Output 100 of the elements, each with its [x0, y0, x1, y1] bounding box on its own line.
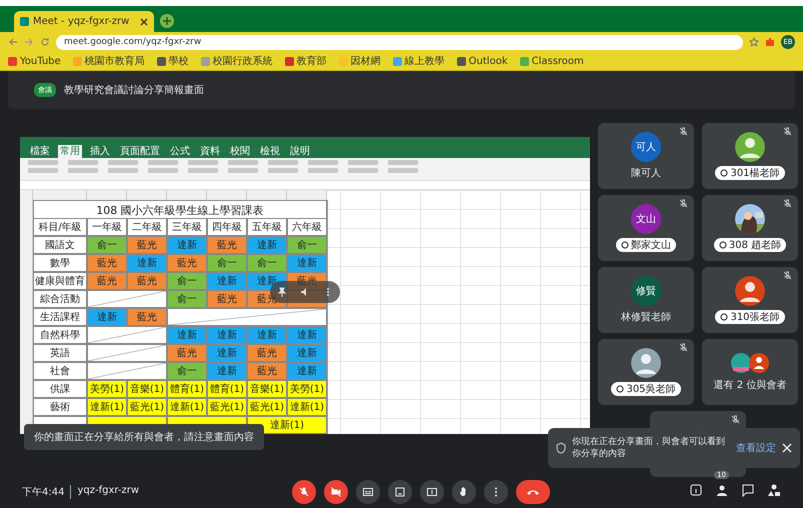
row-label: 社會	[33, 362, 87, 380]
table-cell: 達新	[207, 362, 247, 380]
row-label: 國語文	[33, 236, 87, 254]
participant-tile[interactable]: 還有 2 位與會者	[702, 339, 798, 405]
ribbon-tab[interactable]: 校閱	[228, 144, 252, 158]
reload-icon[interactable]	[40, 37, 50, 47]
bookmark[interactable]: 教育部	[284, 54, 327, 68]
avatar: 修賢	[631, 276, 661, 306]
bookmark[interactable]: 桃園市教育局	[72, 54, 145, 68]
table-cell: 藍光	[247, 344, 287, 362]
row-label: 自然科學	[33, 326, 87, 344]
bookmark[interactable]: 學校	[156, 54, 189, 68]
table-cell: 美勞(1)	[287, 380, 327, 398]
bookmark[interactable]: Classroom	[520, 56, 584, 66]
participant-name: 陳可人	[631, 166, 661, 180]
participant-tile[interactable]: 文山 鄭家文山	[598, 195, 694, 261]
participant-name: 林修賢老師	[621, 310, 671, 324]
close-icon[interactable]	[140, 18, 148, 26]
hand-button[interactable]	[452, 480, 476, 504]
notification-text: 你現在正在分享畫面，與會者可以看到你分享的內容	[572, 436, 726, 460]
row-label: 生活課程	[33, 308, 87, 326]
table-cell: 俞一	[247, 254, 287, 272]
shield-icon	[556, 442, 566, 454]
table-cell: 美勞(1)	[87, 380, 127, 398]
bookmark[interactable]: 校園行政系統	[200, 54, 273, 68]
bookmark[interactable]: YouTube	[8, 56, 61, 66]
end-button[interactable]	[516, 480, 550, 504]
table-header-cell: 六年級	[287, 218, 327, 236]
table-cell: 藍光	[167, 344, 207, 362]
mic-button[interactable]	[292, 480, 316, 504]
meeting-code: yqz-fgxr-zrw	[70, 485, 139, 499]
table-header-cell: 四年級	[207, 218, 247, 236]
table-cell: 俞一	[167, 290, 207, 308]
table-cell: 藍光	[207, 290, 247, 308]
extension-icon[interactable]	[765, 37, 775, 47]
participant-tile[interactable]: 310張老師	[702, 267, 798, 333]
participant-name: 301楊老師	[715, 166, 785, 180]
reactions-button[interactable]	[388, 480, 412, 504]
table-cell: 藍光	[207, 236, 247, 254]
ribbon-tab[interactable]: 公式	[168, 144, 192, 158]
participant-tile[interactable]: 修賢 林修賢老師	[598, 267, 694, 333]
address-field[interactable]: meet.google.com/yqz-fgxr-zrw	[56, 34, 743, 50]
captions-button[interactable]	[356, 480, 380, 504]
table-cell: 達新(1)	[287, 398, 327, 416]
participant-tile[interactable]: 可人 陳可人	[598, 123, 694, 189]
captions-icon	[362, 486, 374, 498]
settings-link[interactable]: 查看設定	[736, 441, 776, 455]
table-cell: 俞一	[207, 254, 247, 272]
toast-message: 你的畫面正在分享給所有與會者，請注意畫面內容	[24, 424, 264, 450]
present-button[interactable]	[420, 480, 444, 504]
participant-tile[interactable]: 301楊老師	[702, 123, 798, 189]
browser-tab[interactable]: Meet - yqz-fgxr-zrw	[14, 11, 154, 32]
bookmark[interactable]: 因材網	[338, 54, 381, 68]
table-cell: 體育(1)	[167, 380, 207, 398]
table-cell: 體育(1)	[207, 380, 247, 398]
ribbon-tab[interactable]: 說明	[288, 144, 312, 158]
ribbon-tab[interactable]: 插入	[88, 144, 112, 158]
avatar-pair-icon	[730, 352, 770, 374]
table-cell: 達新(1)	[87, 398, 127, 416]
shapes-icon[interactable]	[767, 482, 781, 496]
clock-text: 下午4:44	[22, 486, 64, 499]
ribbon-tab[interactable]: 檢視	[258, 144, 282, 158]
participant-tile[interactable]: 305吳老師	[598, 339, 694, 405]
info-icon[interactable]	[689, 482, 703, 496]
mic-off-icon	[298, 486, 310, 498]
table-cell: 藍光(1)	[247, 398, 287, 416]
back-icon[interactable]	[8, 37, 18, 47]
row-label: 綜合活動	[33, 290, 87, 308]
table-cell: 達新	[287, 254, 327, 272]
table-cell: 俞一	[167, 362, 207, 380]
more-button[interactable]	[484, 480, 508, 504]
row-label: 藝術	[33, 398, 87, 416]
table-cell: 藍光	[87, 272, 127, 290]
table-cell: 達新	[87, 308, 127, 326]
participant-tile[interactable]: 308 趙老師	[702, 195, 798, 261]
bookmark[interactable]: 線上教學	[392, 54, 445, 68]
table-cell: 俞一	[287, 236, 327, 254]
chat-icon[interactable]	[741, 482, 755, 496]
ribbon-tab[interactable]: 檔案	[28, 144, 52, 158]
table-cell: 俞一	[87, 236, 127, 254]
camera-button[interactable]	[324, 480, 348, 504]
present-icon	[426, 486, 438, 498]
ribbon-tab[interactable]: 頁面配置	[118, 144, 162, 158]
table-cell: 藍光	[127, 308, 167, 326]
table-cell: 達新	[207, 326, 247, 344]
people-icon[interactable]	[715, 484, 729, 498]
table-header-cell: 五年級	[247, 218, 287, 236]
star-icon[interactable]	[749, 37, 759, 47]
ribbon-tab[interactable]: 資料	[198, 144, 222, 158]
table-cell: 達新	[287, 344, 327, 362]
ribbon-tab[interactable]: 常用	[58, 144, 82, 158]
table-cell: 藍光(1)	[207, 398, 247, 416]
table-cell: 達新(1)	[167, 398, 207, 416]
bookmark[interactable]: Outlook	[456, 56, 508, 66]
table-cell: 達新	[127, 254, 167, 272]
table-header-cell: 科目/年級	[33, 218, 87, 236]
table-cell: 藍光	[127, 272, 167, 290]
camera-off-icon	[330, 486, 342, 498]
participant-name: 310張老師	[715, 310, 785, 324]
new-tab-icon[interactable]	[160, 14, 174, 28]
